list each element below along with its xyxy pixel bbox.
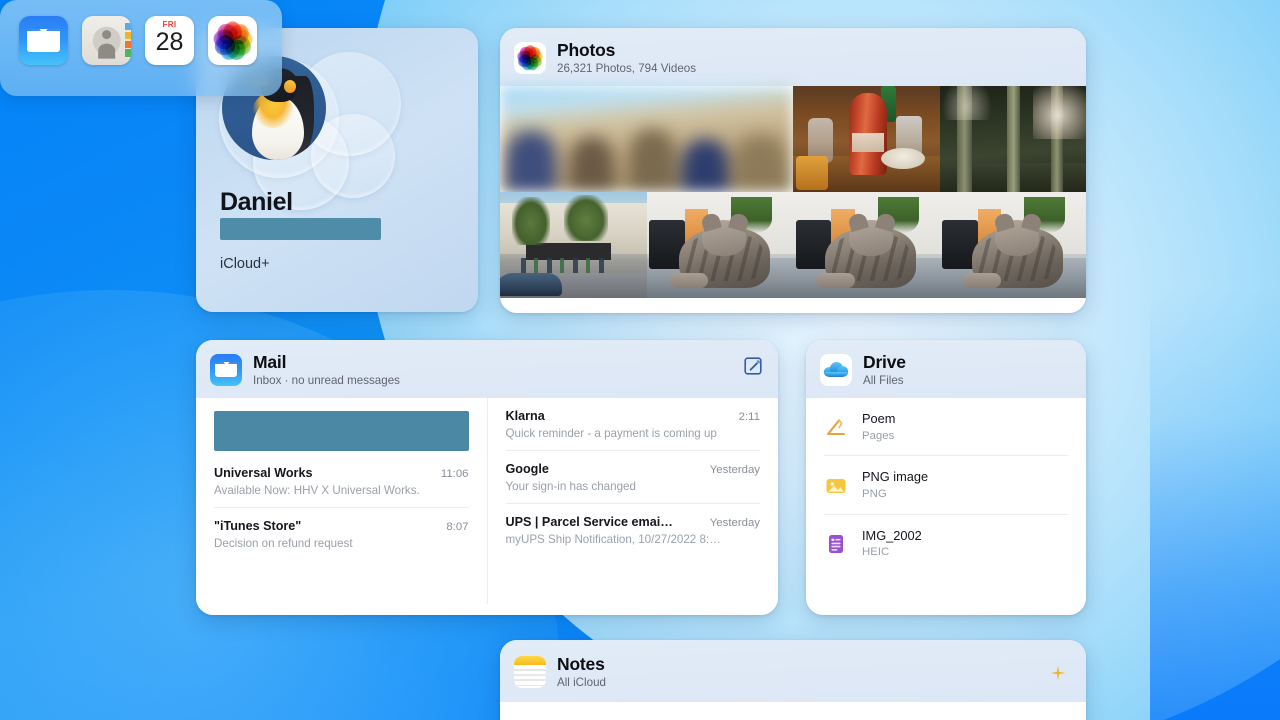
mail-preview: Quick reminder - a payment is coming up — [506, 427, 761, 440]
photo-thumbnail-beer-bottle[interactable] — [793, 86, 940, 192]
icloud-drive-icon — [820, 354, 852, 386]
photos-widget-header: Photos 26,321 Photos, 794 Videos — [500, 28, 1086, 86]
mail-timestamp: 2:11 — [739, 411, 760, 423]
heic-document-icon — [824, 531, 848, 557]
mail-list-item[interactable]: "iTunes Store" 8:07 Decision on refund r… — [214, 507, 469, 560]
notes-list — [500, 702, 1086, 720]
notes-subtitle: All iCloud — [557, 676, 606, 689]
mail-subtitle: Inbox · no unread messages — [253, 374, 400, 387]
mail-sender: Klarna — [506, 409, 545, 423]
photo-thumbnail-blossom-trees[interactable] — [940, 86, 1087, 192]
drive-list-item[interactable]: Poem Pages — [824, 398, 1068, 455]
drive-file-kind: Pages — [862, 430, 895, 444]
photos-widget[interactable]: Photos 26,321 Photos, 794 Videos — [500, 28, 1086, 313]
dock-item-contacts[interactable] — [82, 16, 131, 65]
photo-thumbnail-cat-2[interactable] — [793, 192, 940, 298]
mail-list-item[interactable]: UPS | Parcel Service emai… Yesterday myU… — [506, 503, 761, 556]
dock-item-mail[interactable] — [19, 16, 68, 65]
drive-file-name: IMG_2002 — [862, 528, 922, 543]
drive-list-item[interactable]: PNG image PNG — [824, 455, 1068, 513]
notes-title: Notes — [557, 654, 606, 674]
photos-subtitle: 26,321 Photos, 794 Videos — [557, 62, 696, 75]
mail-preview: Available Now: HHV X Universal Works. — [214, 484, 469, 497]
photo-thumbnail-cat-3[interactable] — [940, 192, 1087, 298]
notes-widget-header: Notes All iCloud — [500, 640, 1086, 702]
redacted-account-field — [220, 218, 381, 240]
mail-title: Mail — [253, 352, 400, 372]
redacted-mail-item — [214, 411, 469, 451]
mail-widget-header: Mail Inbox · no unread messages — [196, 340, 778, 398]
image-file-icon — [824, 473, 848, 499]
drive-title: Drive — [863, 352, 906, 372]
mail-list-item[interactable]: Google Yesterday Your sign-in has change… — [506, 450, 761, 503]
drive-file-name: PNG image — [862, 469, 928, 484]
mail-timestamp: Yesterday — [710, 517, 760, 529]
mail-list-item[interactable]: Klarna 2:11 Quick reminder - a payment i… — [506, 398, 761, 450]
drive-subtitle: All Files — [863, 374, 906, 387]
dock-item-calendar[interactable]: FRI 28 — [145, 16, 194, 65]
drive-file-list: Poem Pages PNG image PNG — [806, 398, 1086, 571]
mail-preview: Your sign-in has changed — [506, 480, 761, 493]
drive-widget[interactable]: Drive All Files Poem Pages — [806, 340, 1086, 615]
mail-preview: Decision on refund request — [214, 537, 469, 550]
mail-sender: UPS | Parcel Service emai… — [506, 515, 673, 529]
mail-timestamp: Yesterday — [710, 464, 760, 476]
mail-widget[interactable]: Mail Inbox · no unread messages Universa… — [196, 340, 778, 615]
mail-icon — [210, 354, 242, 386]
photo-thumbnail-cat-1[interactable] — [647, 192, 794, 298]
photo-thumbnail-street-scene[interactable] — [500, 192, 647, 298]
photos-icon — [514, 42, 546, 74]
mail-timestamp: 11:06 — [441, 468, 469, 480]
photos-title: Photos — [557, 40, 696, 60]
plus-icon[interactable] — [1049, 664, 1067, 682]
calendar-day-number: 28 — [156, 30, 184, 55]
mail-sender: Universal Works — [214, 466, 312, 480]
drive-list-item[interactable]: IMG_2002 HEIC — [824, 514, 1068, 572]
photo-thumbnail-blurred-crowd[interactable] — [500, 86, 793, 192]
compose-icon[interactable] — [744, 357, 762, 375]
drive-file-kind: HEIC — [862, 546, 922, 560]
mail-column-left: Universal Works 11:06 Available Now: HHV… — [196, 398, 488, 604]
drive-file-name: Poem — [862, 411, 895, 426]
notes-icon — [514, 656, 546, 688]
mail-preview: myUPS Ship Notification, 10/27/2022 8:… — [506, 533, 761, 546]
mail-list-item[interactable]: Universal Works 11:06 Available Now: HHV… — [214, 455, 469, 507]
drive-widget-header: Drive All Files — [806, 340, 1086, 398]
mail-list: Universal Works 11:06 Available Now: HHV… — [196, 398, 778, 604]
wallpaper-right-edge-shade — [1150, 0, 1280, 720]
pages-document-icon — [824, 414, 848, 440]
mail-sender: Google — [506, 462, 549, 476]
dock: FRI 28 — [0, 0, 282, 96]
mail-sender: "iTunes Store" — [214, 519, 301, 533]
drive-file-kind: PNG — [862, 488, 928, 502]
profile-name: Daniel — [220, 188, 293, 217]
mail-timestamp: 8:07 — [446, 521, 468, 533]
notes-widget[interactable]: Notes All iCloud — [500, 640, 1086, 720]
photo-grid — [500, 86, 1086, 298]
mail-column-right: Klarna 2:11 Quick reminder - a payment i… — [488, 398, 779, 604]
profile-plan-label: iCloud+ — [220, 256, 270, 272]
dock-item-photos[interactable] — [208, 16, 257, 65]
